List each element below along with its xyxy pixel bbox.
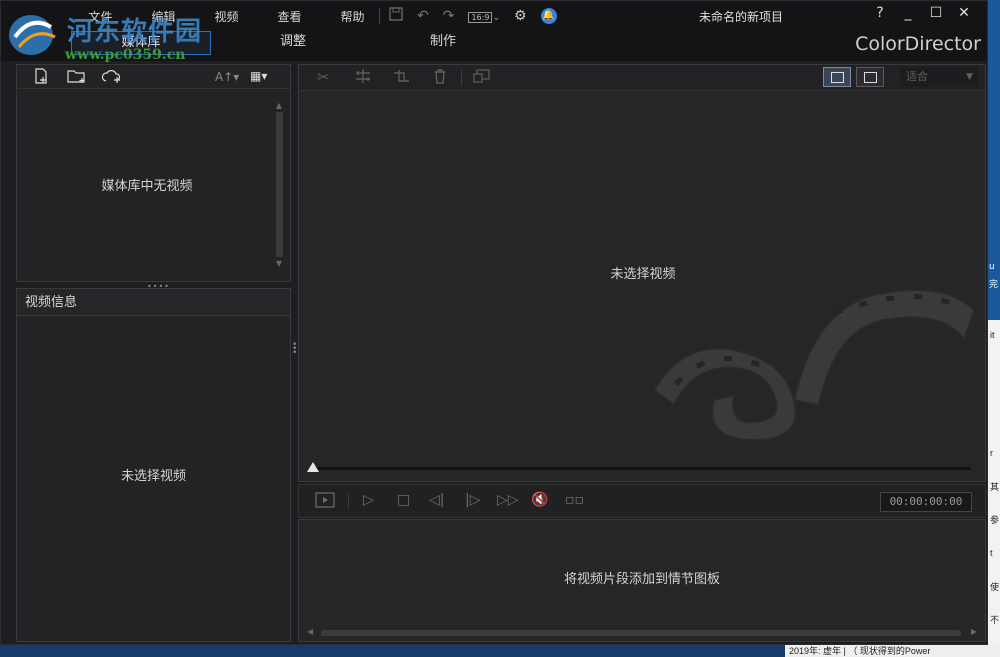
storyboard-panel: 将视频片段添加到情节图板 ◀ ▶ xyxy=(298,519,986,642)
toolbar-divider xyxy=(379,8,380,24)
background-document: it r 其 参 t 使 不 xyxy=(988,320,1000,657)
undo-icon[interactable]: ↶ xyxy=(417,8,429,24)
window-controls: ? _ ☐ ✕ xyxy=(873,5,971,21)
brand-logo: ColorDirector xyxy=(855,33,981,55)
menu-help[interactable]: 帮助 xyxy=(321,8,384,25)
scrollbar-thumb[interactable] xyxy=(321,630,961,636)
timecode-display: 00:00:00:00 xyxy=(880,492,972,512)
watermark-text: 河东软件园 xyxy=(67,17,203,47)
watermark-url: www.pc0359.cn xyxy=(65,47,186,63)
scrollbar-thumb[interactable] xyxy=(275,112,283,257)
import-folder-icon[interactable] xyxy=(67,68,87,88)
vertical-resize-grip[interactable]: • • • xyxy=(292,341,297,358)
view-grid-icon[interactable]: ▦▾ xyxy=(250,69,267,83)
previous-frame-icon[interactable]: ◁| xyxy=(429,492,444,508)
tab-produce[interactable]: 制作 xyxy=(373,31,513,55)
bg-char: 不 xyxy=(990,615,1000,625)
maximize-button[interactable]: ☐ xyxy=(929,5,943,21)
zoom-value: 适合 xyxy=(906,70,928,83)
bg-char: t xyxy=(990,548,993,558)
minimize-button[interactable]: _ xyxy=(901,5,915,21)
scroll-left-icon[interactable]: ◀ xyxy=(307,627,313,636)
aspect-ratio-label: 16:9 xyxy=(468,12,493,23)
bg-char: it xyxy=(990,330,995,340)
scroll-up-icon[interactable]: ▲ xyxy=(275,101,283,110)
bg-char: 参 xyxy=(990,515,1000,525)
scroll-down-icon[interactable]: ▼ xyxy=(275,259,283,268)
video-info-empty-message: 未选择视频 xyxy=(120,469,186,484)
menu-view[interactable]: 查看 xyxy=(258,8,321,25)
desktop-background: it r 其 参 t 使 不 u 完 xyxy=(988,0,1000,657)
gear-icon[interactable]: ⚙ xyxy=(514,8,527,24)
storyboard-scrollbar[interactable]: ◀ ▶ xyxy=(307,627,977,638)
watermark-logo-icon xyxy=(9,15,56,55)
preview-panel: ✂ 适合 ▼ 未选择视频 xyxy=(298,64,986,482)
save-icon[interactable] xyxy=(389,7,403,25)
mute-icon[interactable]: 🔇 xyxy=(531,492,548,508)
snapshot-icon[interactable] xyxy=(473,68,491,88)
playback-controls: ▷ □ ◁| |▷ ▷▷ 🔇 ▫▫ 00:00:00:00 xyxy=(298,484,986,518)
bg-char: r xyxy=(990,448,993,458)
quick-toolbar: ↶ ↷ 16:9 ⌄ ⚙ 🔔 xyxy=(389,6,557,26)
import-file-icon[interactable] xyxy=(33,68,49,88)
playhead-marker[interactable] xyxy=(307,462,319,472)
chevron-down-icon: ⌄ xyxy=(492,13,500,23)
next-frame-icon[interactable]: |▷ xyxy=(465,492,480,508)
compare-view-button[interactable] xyxy=(823,67,851,87)
bg-char: 其 xyxy=(990,482,1000,492)
zoom-select[interactable]: 适合 ▼ xyxy=(900,67,978,87)
background-document-line: 2019年: 虚年 | （ 现状得到的Power xyxy=(785,645,1000,657)
taskbar-strip: 2019年: 虚年 | （ 现状得到的Power xyxy=(0,645,1000,657)
menu-video[interactable]: 视频 xyxy=(195,8,258,25)
scroll-right-icon[interactable]: ▶ xyxy=(971,627,977,636)
close-button[interactable]: ✕ xyxy=(957,5,971,21)
fast-forward-icon[interactable]: ▷▷ xyxy=(497,492,519,508)
font-size-button[interactable]: A↑▾ xyxy=(215,70,239,84)
delete-icon[interactable] xyxy=(433,68,447,88)
stop-icon[interactable]: □ xyxy=(397,492,410,508)
project-title: 未命名的新项目 xyxy=(698,10,783,24)
redo-icon[interactable]: ↷ xyxy=(443,8,455,24)
help-button[interactable]: ? xyxy=(873,5,887,21)
split-icon[interactable]: ✂ xyxy=(317,68,330,86)
preview-toolbar: ✂ 适合 ▼ xyxy=(299,65,985,91)
library-empty-message: 媒体库中无视频 xyxy=(101,179,193,194)
video-info-title: 视频信息 xyxy=(17,289,290,316)
storyboard-empty-message: 将视频片段添加到情节图板 xyxy=(563,572,720,587)
preview-progress-track[interactable] xyxy=(311,467,971,470)
video-info-panel: 视频信息 未选择视频 xyxy=(16,288,291,642)
single-view-button[interactable] xyxy=(856,67,884,87)
media-library-panel: A↑▾ ▦▾ 媒体库中无视频 ▲ ▼ xyxy=(16,64,291,282)
toolbar-divider xyxy=(461,70,462,86)
image-icon xyxy=(831,72,844,83)
image-icon xyxy=(864,72,877,83)
bg-char: u xyxy=(989,262,995,272)
crop-icon[interactable] xyxy=(391,68,411,88)
bg-char: 完 xyxy=(989,280,999,290)
notification-bell-icon[interactable]: 🔔 xyxy=(540,8,557,24)
colordirector-window: 文件 编辑 视频 查看 帮助 ↶ ↷ 16:9 ⌄ ⚙ 🔔 未命名的新项目 ? _… xyxy=(0,0,988,645)
play-icon[interactable]: ▷ xyxy=(363,492,374,508)
library-scrollbar[interactable]: ▲ ▼ xyxy=(275,101,283,277)
fullscreen-icon[interactable]: ▫▫ xyxy=(565,492,584,508)
film-reel-illustration-icon xyxy=(652,289,976,442)
library-toolbar: A↑▾ ▦▾ xyxy=(17,65,290,89)
aspect-ratio-button[interactable]: 16:9 ⌄ xyxy=(468,8,500,24)
toolbar-divider xyxy=(348,493,349,509)
clip-mode-icon[interactable] xyxy=(315,491,335,513)
bg-char: 使 xyxy=(990,582,1000,592)
cloud-import-icon[interactable] xyxy=(101,68,123,88)
tab-adjust[interactable]: 调整 xyxy=(223,31,363,55)
trim-icon[interactable] xyxy=(353,68,373,88)
chevron-down-icon: ▼ xyxy=(966,72,973,82)
